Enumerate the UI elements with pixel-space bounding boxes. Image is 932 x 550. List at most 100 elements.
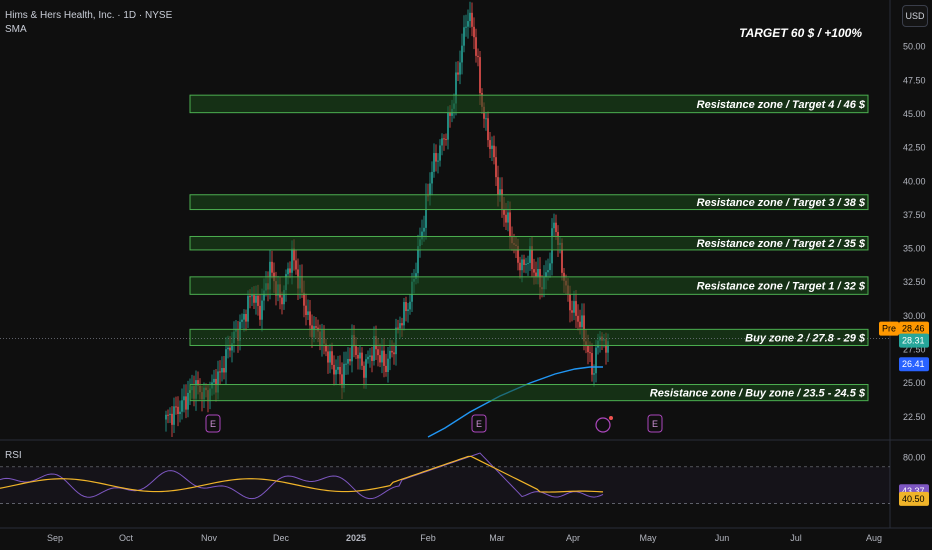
earnings-marker-label: E bbox=[652, 419, 658, 429]
price-tick-label: 22.50 bbox=[903, 412, 926, 422]
price-tick-label: 47.50 bbox=[903, 75, 926, 85]
candle-body bbox=[229, 347, 231, 351]
candle-body bbox=[187, 392, 189, 410]
time-tick-label: Oct bbox=[119, 533, 134, 543]
zone-label: Resistance zone / Buy zone / 23.5 - 24.5… bbox=[650, 388, 866, 400]
currency-button[interactable]: USD bbox=[902, 5, 928, 27]
candle-body bbox=[295, 260, 297, 270]
candle-body bbox=[281, 297, 283, 305]
candle-body bbox=[245, 314, 247, 322]
candle-body bbox=[403, 302, 405, 326]
candle-body bbox=[365, 359, 367, 378]
candle-body bbox=[179, 411, 181, 415]
candle-body bbox=[507, 212, 509, 223]
zone-label: Buy zone 2 / 27.8 - 29 $ bbox=[745, 332, 866, 344]
candle-body bbox=[213, 378, 215, 383]
candle-body bbox=[259, 305, 261, 320]
candle-body bbox=[249, 296, 251, 298]
time-tick-label: Nov bbox=[201, 533, 218, 543]
candle-body bbox=[359, 352, 361, 359]
price-tick-label: 35.00 bbox=[903, 244, 926, 254]
candle-body bbox=[489, 140, 491, 149]
candle-body bbox=[355, 346, 357, 356]
candle-body bbox=[271, 261, 273, 273]
price-tick-label: 32.50 bbox=[903, 277, 926, 287]
candle-body bbox=[257, 295, 259, 306]
candle-body bbox=[181, 400, 183, 412]
event-icon[interactable] bbox=[595, 417, 611, 433]
candle-body bbox=[331, 351, 333, 365]
candle-body bbox=[347, 358, 349, 364]
candle-body bbox=[337, 366, 339, 370]
price-tick-label: 30.00 bbox=[903, 311, 926, 321]
rsi-ma-label: 40.50 bbox=[902, 494, 925, 504]
candle-body bbox=[357, 355, 359, 359]
candle-body bbox=[589, 352, 591, 354]
candle-body bbox=[437, 160, 439, 162]
candle-body bbox=[307, 311, 309, 315]
candle-body bbox=[393, 352, 395, 355]
candle-body bbox=[577, 315, 579, 322]
time-tick-label: Jun bbox=[715, 533, 730, 543]
candle-body bbox=[261, 300, 263, 320]
candle-body bbox=[519, 262, 521, 271]
candle-body bbox=[339, 366, 341, 375]
candle-body bbox=[459, 62, 461, 75]
candle-body bbox=[445, 139, 447, 141]
candle-body bbox=[391, 350, 393, 353]
time-tick-label: Feb bbox=[420, 533, 436, 543]
candle-body bbox=[335, 369, 337, 375]
candle-body bbox=[409, 301, 411, 310]
time-tick-label: Apr bbox=[566, 533, 580, 543]
candle-body bbox=[345, 363, 347, 365]
candle-body bbox=[441, 138, 443, 146]
candle-body bbox=[385, 365, 387, 373]
candle-body bbox=[397, 327, 399, 329]
time-tick-label: Mar bbox=[489, 533, 505, 543]
candle-body bbox=[495, 157, 497, 178]
candle-body bbox=[595, 347, 597, 374]
price-badge-value: 26.41 bbox=[902, 359, 925, 369]
rsi-label: RSI bbox=[5, 450, 22, 461]
candle-body bbox=[527, 262, 529, 264]
price-tick-label: 40.00 bbox=[903, 176, 926, 186]
candle-body bbox=[431, 171, 433, 184]
candle-body bbox=[243, 314, 245, 320]
candle-body bbox=[587, 346, 589, 353]
zone-label: Resistance zone / Target 1 / 32 $ bbox=[697, 281, 866, 293]
symbol-title[interactable]: Hims & Hers Health, Inc. · 1D · NYSE bbox=[5, 10, 172, 21]
candle-body bbox=[487, 118, 489, 141]
candle-body bbox=[387, 358, 389, 373]
candle-body bbox=[533, 269, 535, 273]
price-badge-value: 28.31 bbox=[902, 336, 925, 346]
candle-body bbox=[329, 351, 331, 363]
candle-body bbox=[591, 353, 593, 375]
target-label: TARGET 60 $ / +100% bbox=[739, 26, 862, 40]
indicator-label-sma[interactable]: SMA bbox=[5, 24, 27, 35]
candle-body bbox=[521, 259, 523, 271]
time-tick-label: May bbox=[639, 533, 657, 543]
candle-body bbox=[167, 414, 169, 416]
candle-body bbox=[349, 358, 351, 362]
candle-body bbox=[439, 145, 441, 161]
candle-body bbox=[225, 349, 227, 373]
candle-body bbox=[461, 45, 463, 63]
time-tick-label: Dec bbox=[273, 533, 290, 543]
candle-body bbox=[569, 294, 571, 311]
event-dot-icon bbox=[609, 416, 613, 420]
pre-badge-label: Pre bbox=[882, 324, 896, 334]
price-chart[interactable]: Resistance zone / Target 4 / 46 $ Resista… bbox=[0, 0, 932, 550]
candle-body bbox=[553, 222, 555, 229]
candle-body bbox=[435, 153, 437, 162]
chart-window: Resistance zone / Target 4 / 46 $ Resista… bbox=[0, 0, 932, 550]
candle-body bbox=[169, 413, 171, 416]
candle-body bbox=[247, 296, 249, 322]
candle-body bbox=[405, 302, 407, 312]
candle-body bbox=[173, 406, 175, 425]
candle-body bbox=[287, 268, 289, 275]
candle-body bbox=[289, 268, 291, 273]
candle-body bbox=[383, 350, 385, 366]
candle-body bbox=[447, 113, 449, 140]
candle-body bbox=[379, 355, 381, 363]
candle-body bbox=[309, 311, 311, 326]
